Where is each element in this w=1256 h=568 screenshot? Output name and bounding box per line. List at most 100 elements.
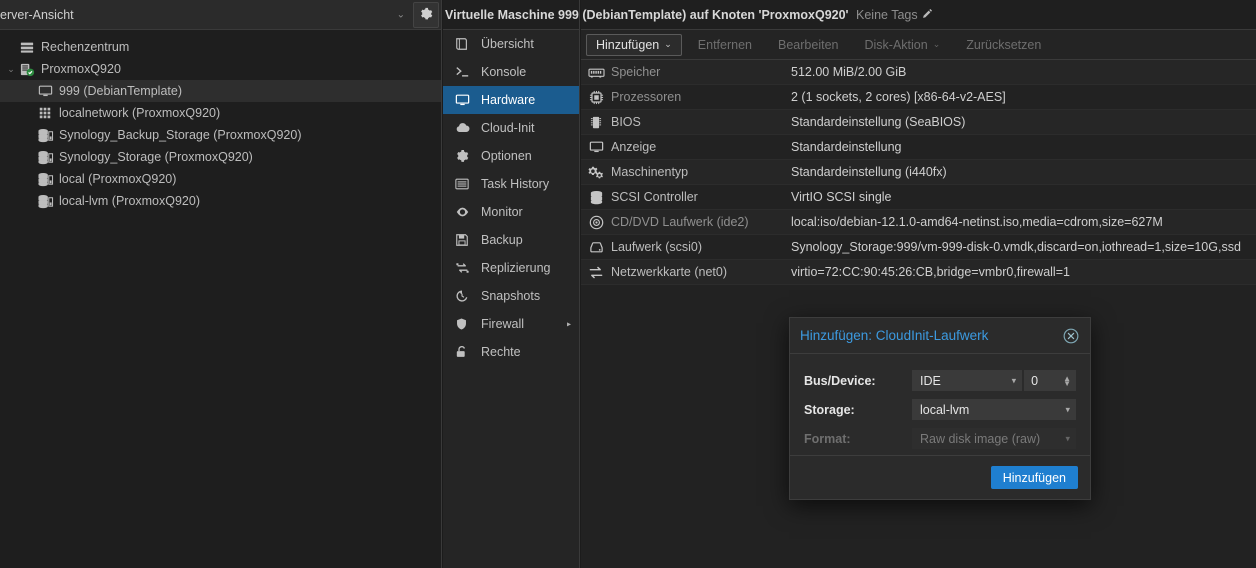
pencil-icon[interactable]: [922, 8, 933, 22]
hardware-row-key: Maschinentyp: [611, 165, 791, 179]
nav-item-firewall[interactable]: Firewall ▸: [443, 310, 579, 338]
hardware-row[interactable]: AnzeigeStandardeinstellung: [581, 135, 1256, 160]
dialog-header: Hinzufügen: CloudInit-Laufwerk: [790, 318, 1090, 354]
storage-icon: [36, 171, 54, 187]
hardware-row-key: Speicher: [611, 65, 791, 79]
gear-icon: [419, 7, 433, 24]
resource-tree: Rechenzentrum⌄ProxmoxQ920 999 (DebianTemp…: [0, 30, 441, 212]
tree-item-label: Synology_Storage (ProxmoxQ920): [59, 150, 253, 164]
nav-item-hardware[interactable]: Hardware: [443, 86, 579, 114]
cpu-icon: [581, 90, 611, 105]
nav-item-monitor[interactable]: Monitor: [443, 198, 579, 226]
storage-label: Storage:: [804, 403, 912, 417]
hardware-row-value: Standardeinstellung (SeaBIOS): [791, 115, 1256, 129]
hardware-row[interactable]: Laufwerk (scsi0)Synology_Storage:999/vm-…: [581, 235, 1256, 260]
nav-item-backup[interactable]: Backup: [443, 226, 579, 254]
chevron-down-icon: ▾: [1012, 375, 1017, 386]
hardware-row[interactable]: Speicher512.00 MiB/2.00 GiB: [581, 60, 1256, 85]
hardware-row-key: BIOS: [611, 115, 791, 129]
storage-field-row: Storage: local-lvm ▾: [804, 395, 1076, 424]
nav-item-konsole[interactable]: Konsole: [443, 58, 579, 86]
tags-label: Keine Tags: [856, 8, 918, 22]
history-icon: [455, 289, 475, 303]
replication-icon: [455, 261, 475, 275]
format-field-row: Format: Raw disk image (raw) ▾: [804, 424, 1076, 453]
hardware-row[interactable]: BIOSStandardeinstellung (SeaBIOS): [581, 110, 1256, 135]
storage-icon: [36, 127, 54, 143]
settings-button[interactable]: [413, 2, 439, 28]
nav-item-label: Cloud-Init: [481, 121, 535, 135]
close-icon[interactable]: [1062, 327, 1080, 345]
chevron-down-icon: ⌄: [397, 9, 405, 20]
dialog-title: Hinzufügen: CloudInit-Laufwerk: [800, 328, 1062, 343]
nav-item-cloud-init[interactable]: Cloud-Init: [443, 114, 579, 142]
nav-item-label: Übersicht: [481, 37, 534, 51]
hardware-row[interactable]: MaschinentypStandardeinstellung (i440fx): [581, 160, 1256, 185]
add-button[interactable]: Hinzufügen: [991, 466, 1078, 489]
cdrom-icon: [581, 215, 611, 230]
hardware-row-value: VirtIO SCSI single: [791, 190, 1256, 204]
monitor-icon: [455, 93, 475, 107]
permissions-icon: [455, 345, 475, 359]
tree-expand-arrow[interactable]: ⌄: [4, 58, 18, 80]
stepper-arrows-icon[interactable]: ▲▼: [1063, 376, 1071, 386]
nav-item-rechte[interactable]: Rechte: [443, 338, 579, 366]
hardware-row-key: CD/DVD Laufwerk (ide2): [611, 215, 791, 229]
toolbar-button-label: Zurücksetzen: [966, 38, 1041, 52]
tree-item-local[interactable]: local (ProxmoxQ920): [0, 168, 441, 190]
device-number-stepper[interactable]: 0 ▲▼: [1024, 370, 1076, 391]
tree-item-local-lvm[interactable]: local-lvm (ProxmoxQ920): [0, 190, 441, 212]
hardware-row[interactable]: Netzwerkkarte (net0)virtio=72:CC:90:45:2…: [581, 260, 1256, 285]
bus-select[interactable]: IDE ▾: [912, 370, 1022, 391]
storage-select[interactable]: local-lvm ▾: [912, 399, 1076, 420]
tree-item-label: local (ProxmoxQ920): [59, 172, 176, 186]
nav-item-label: Replizierung: [481, 261, 550, 275]
tree-item-999[interactable]: 999 (DebianTemplate): [0, 80, 441, 102]
vm-icon: [36, 83, 54, 99]
format-select: Raw disk image (raw) ▾: [912, 428, 1076, 449]
toolbar-hinzuf-gen-button[interactable]: Hinzufügen⌄: [586, 34, 682, 56]
nav-item-optionen[interactable]: Optionen: [443, 142, 579, 170]
toolbar-button-label: Entfernen: [698, 38, 752, 52]
vm-navigation-list: Übersicht KonsoleHardware Cloud-Init Option…: [443, 30, 579, 366]
tree-item-proxmoxq920[interactable]: ⌄ProxmoxQ920: [0, 58, 441, 80]
chevron-down-icon: ▾: [1065, 433, 1070, 444]
view-selector[interactable]: erver-Ansicht ⌄: [0, 0, 441, 30]
nav-item-label: Firewall: [481, 317, 524, 331]
format-label: Format:: [804, 432, 912, 446]
nav-item-task-history[interactable]: Task History: [443, 170, 579, 198]
nav-item-label: Task History: [481, 177, 549, 191]
scsi-controller-icon: [581, 190, 611, 205]
display-icon: [581, 140, 611, 154]
tree-item-synologybackupstorage[interactable]: Synology_Backup_Storage (ProxmoxQ920): [0, 124, 441, 146]
device-number-value: 0: [1031, 374, 1038, 388]
hardware-row-key: Anzeige: [611, 140, 791, 154]
tree-item-label: localnetwork (ProxmoxQ920): [59, 106, 220, 120]
floppy-icon: [455, 233, 475, 247]
tree-item-rechenzentrum[interactable]: Rechenzentrum: [0, 36, 441, 58]
toolbar-button-label: Disk-Aktion: [864, 38, 927, 52]
hardware-row[interactable]: CD/DVD Laufwerk (ide2)local:iso/debian-1…: [581, 210, 1256, 235]
toolbar-button-label: Hinzufügen: [596, 38, 659, 52]
tags-area[interactable]: Keine Tags: [856, 8, 933, 22]
cloud-icon: [455, 121, 475, 135]
tree-item-label: 999 (DebianTemplate): [59, 84, 182, 98]
hardware-row-value: local:iso/debian-12.1.0-amd64-netinst.is…: [791, 215, 1256, 229]
toolbar-zur-cksetzen-button: Zurücksetzen: [956, 34, 1051, 56]
hardware-row[interactable]: Prozessoren2 (1 sockets, 2 cores) [x86-6…: [581, 85, 1256, 110]
tree-item-synologystorage[interactable]: Synology_Storage (ProxmoxQ920): [0, 146, 441, 168]
hardware-row[interactable]: SCSI ControllerVirtIO SCSI single: [581, 185, 1256, 210]
nav-item-label: Rechte: [481, 345, 521, 359]
nic-icon: [581, 265, 611, 280]
hardware-row-value: Standardeinstellung: [791, 140, 1256, 154]
chevron-right-icon[interactable]: ▸: [567, 320, 571, 329]
hardware-row-key: Laufwerk (scsi0): [611, 240, 791, 254]
nav-item--bersicht[interactable]: Übersicht: [443, 30, 579, 58]
book-icon: [455, 37, 475, 51]
datacenter-icon: [18, 39, 36, 55]
storage-select-value: local-lvm: [920, 403, 969, 417]
tree-item-localnetwork[interactable]: localnetwork (ProxmoxQ920): [0, 102, 441, 124]
nav-item-replizierung[interactable]: Replizierung: [443, 254, 579, 282]
eye-icon: [455, 205, 475, 219]
nav-item-snapshots[interactable]: Snapshots: [443, 282, 579, 310]
